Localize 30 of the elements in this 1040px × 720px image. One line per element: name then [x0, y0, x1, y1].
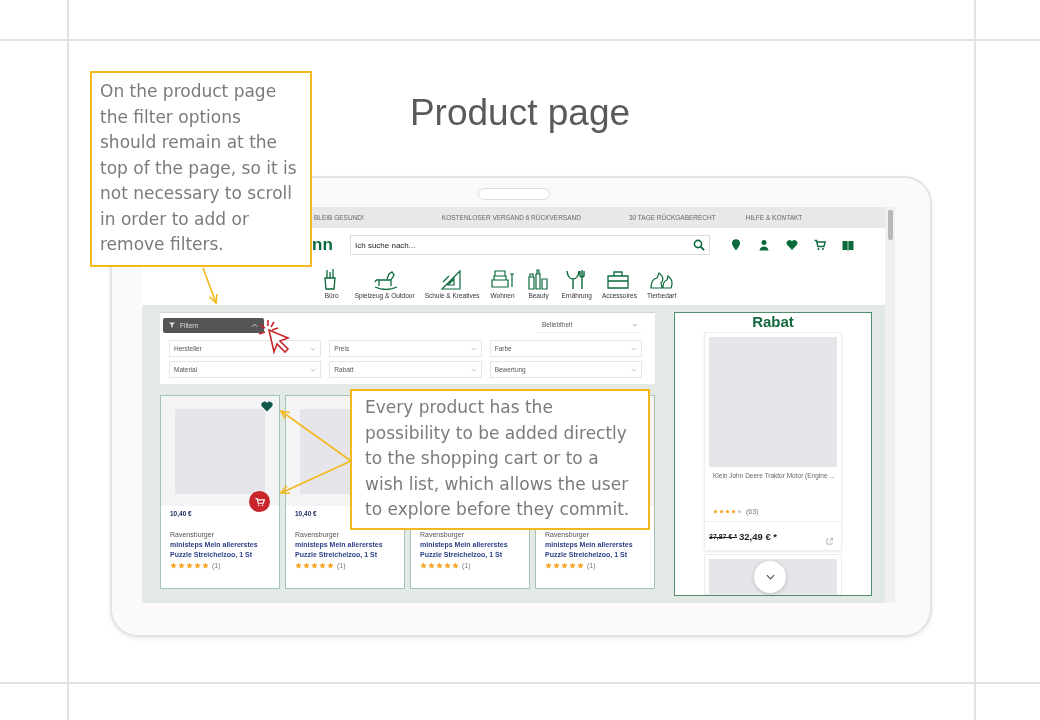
funnel-icon — [169, 322, 175, 328]
chevron-down-icon — [765, 574, 775, 580]
chevron-down-icon — [310, 367, 317, 372]
book-icon[interactable] — [842, 239, 854, 251]
panel-heading: Rabat — [752, 314, 794, 330]
chevron-down-icon — [470, 367, 477, 372]
callout-tooltip: On the product page the filter options should remain at the top of the page, so it is not necessary to scroll in order to add or remove filters. — [90, 71, 312, 267]
user-icon[interactable] — [758, 239, 770, 251]
chevron-icon — [251, 322, 258, 328]
logo[interactable]: nn — [312, 236, 342, 254]
camera-slot — [478, 188, 550, 200]
sofa-icon — [489, 268, 516, 290]
cart-icon — [254, 496, 265, 507]
location-pin-icon[interactable] — [730, 239, 742, 251]
add-to-cart-button[interactable] — [249, 491, 270, 512]
price: 32,49 € * — [739, 530, 778, 542]
chevron-down-icon — [632, 322, 638, 327]
slide-title: Product page — [409, 92, 631, 134]
heart-icon[interactable] — [786, 239, 798, 251]
cart-icon[interactable] — [814, 239, 826, 251]
chevron-down-icon — [470, 346, 477, 351]
search-icon[interactable] — [693, 239, 705, 251]
callout-tooltip: Every product has the possibility to be added directly to the shopping cart or to a wish list, which allows the user to explore before they commit. — [350, 389, 650, 530]
heart-icon[interactable] — [261, 401, 273, 412]
callout-arrow — [202, 267, 218, 305]
chevron-down-icon — [631, 367, 637, 372]
chevron-down-icon — [310, 346, 317, 351]
scrollbar[interactable] — [885, 207, 895, 603]
search-field[interactable]: Ich suche nach... — [350, 235, 710, 255]
chevron-down-icon — [631, 346, 637, 351]
